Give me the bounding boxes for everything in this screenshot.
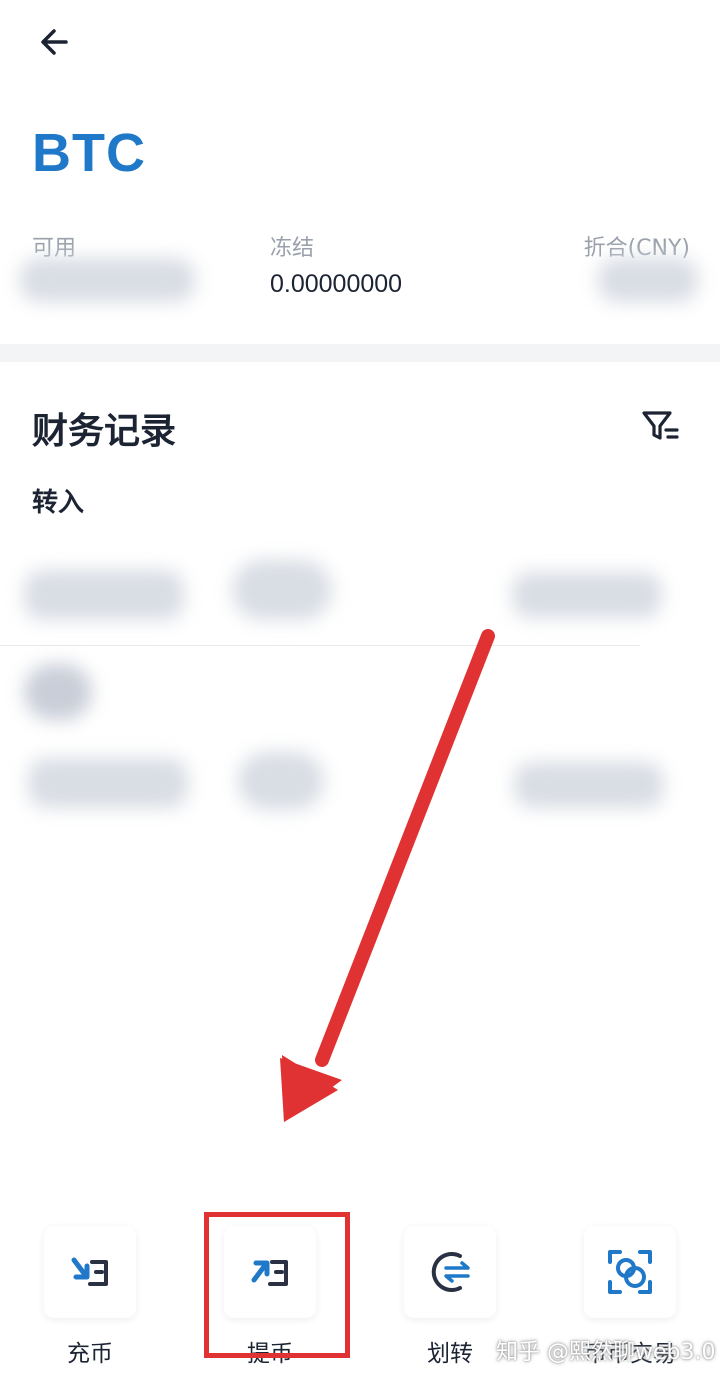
section-separator — [0, 344, 720, 362]
transfer-label: 划转 — [427, 1341, 473, 1367]
record-row-1-blurred-left — [24, 570, 184, 620]
frozen-label: 冻结 — [270, 236, 315, 261]
deposit-button[interactable] — [44, 1226, 136, 1318]
tab-transfer-in[interactable]: 转入 — [32, 482, 84, 519]
watermark-text: 知乎 @熙然聊web3.0 — [496, 1340, 716, 1365]
frozen-value: 0.00000000 — [270, 270, 403, 298]
deposit-icon — [71, 1257, 108, 1286]
back-arrow-icon[interactable] — [36, 22, 76, 62]
trade-button[interactable] — [584, 1226, 676, 1318]
transfer-button[interactable] — [404, 1226, 496, 1318]
deposit-label: 充币 — [67, 1341, 113, 1367]
record-row-1-blurred-mid — [232, 560, 332, 620]
filter-icon[interactable] — [640, 408, 680, 444]
coin-title: BTC — [32, 123, 146, 183]
cny-value-blurred — [598, 258, 698, 302]
record-row-2-blurred-mid — [238, 752, 324, 810]
record-row-2-blurred-right — [514, 762, 664, 808]
available-value-blurred — [20, 258, 195, 302]
record-row-2-blurred-left — [28, 758, 188, 808]
record-row-1-blurred-right — [512, 572, 662, 618]
withdraw-highlight-box — [204, 1212, 350, 1358]
records-title: 财务记录 — [32, 411, 177, 452]
trade-icon — [608, 1250, 652, 1294]
red-arrow-annotation — [280, 629, 495, 1122]
transfer-icon — [431, 1252, 470, 1292]
record-divider — [0, 645, 640, 646]
record-row-2-blurred-avatar — [24, 664, 92, 720]
